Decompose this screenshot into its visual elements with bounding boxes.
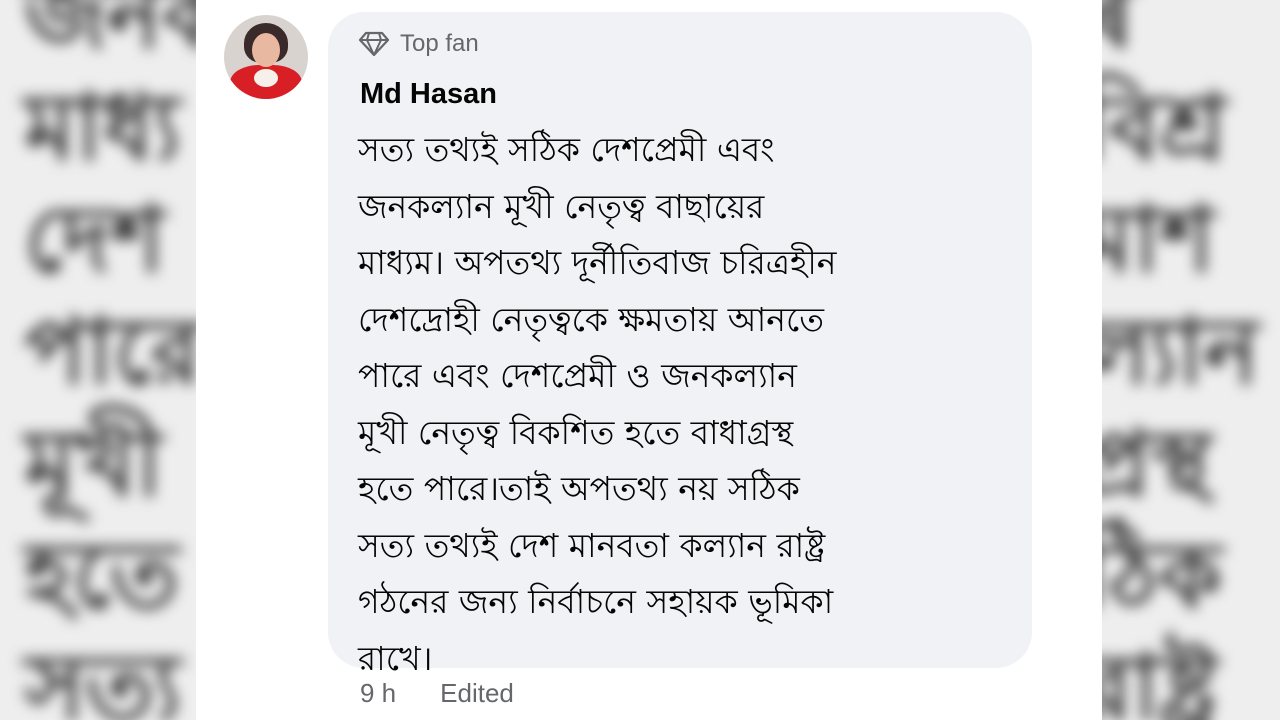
avatar[interactable] xyxy=(224,15,308,99)
blurred-line: সত্য xyxy=(24,634,181,720)
top-fan-badge: Top fan xyxy=(358,30,479,58)
blurred-line: রাষ্ট্র xyxy=(1102,634,1218,720)
diamond-icon xyxy=(358,31,390,57)
blurred-line: হতে xyxy=(24,522,179,629)
screenshot-stage: জনক মাধ্য দেশ পারে মূখী হতে সত্য Top fan… xyxy=(0,0,1280,720)
timestamp[interactable]: 9 h xyxy=(360,678,396,709)
comment-text: সত্য তথ্যই সঠিক দেশপ্রেমী এবং জনকল্যান ম… xyxy=(358,130,837,678)
author-name[interactable]: Md Hasan xyxy=(360,78,497,111)
comment-meta: 9 h Edited xyxy=(360,678,514,709)
blurred-right-text: ৰ বিশ্র মাশ ল্যান প্রস্থ ঠিক রাষ্ট্র xyxy=(1102,0,1259,720)
blurred-line: মাশ xyxy=(1102,186,1215,293)
avatar-face xyxy=(252,33,280,67)
blurred-line: ৰ xyxy=(1102,0,1134,69)
blurred-line: জনক xyxy=(24,0,196,69)
comment-bubble: Top fan Md Hasan সত্য তথ্যই সঠিক দেশপ্রে… xyxy=(328,12,1032,678)
blurred-line: পারে xyxy=(24,298,196,405)
blurred-line: ঠিক xyxy=(1102,522,1222,629)
blurred-line: বিশ্র xyxy=(1102,74,1227,181)
blurred-right-panel: ৰ বিশ্র মাশ ল্যান প্রস্থ ঠিক রাষ্ট্র xyxy=(1102,0,1280,720)
blurred-left-text: জনক মাধ্য দেশ পারে মূখী হতে সত্য xyxy=(24,0,196,720)
blurred-left-panel: জনক মাধ্য দেশ পারে মূখী হতে সত্য xyxy=(0,0,196,720)
blurred-line: মাধ্য xyxy=(24,74,181,181)
badge-label: Top fan xyxy=(400,30,479,57)
blurred-line: দেশ xyxy=(24,186,165,293)
blurred-line: ল্যান xyxy=(1102,298,1259,405)
comment-panel: Top fan Md Hasan সত্য তথ্যই সঠিক দেশপ্রে… xyxy=(196,0,1102,720)
blurred-line: মূখী xyxy=(24,410,163,517)
edited-label[interactable]: Edited xyxy=(440,678,514,709)
blurred-line: প্রস্থ xyxy=(1102,410,1212,517)
avatar-bouquet xyxy=(254,69,278,87)
